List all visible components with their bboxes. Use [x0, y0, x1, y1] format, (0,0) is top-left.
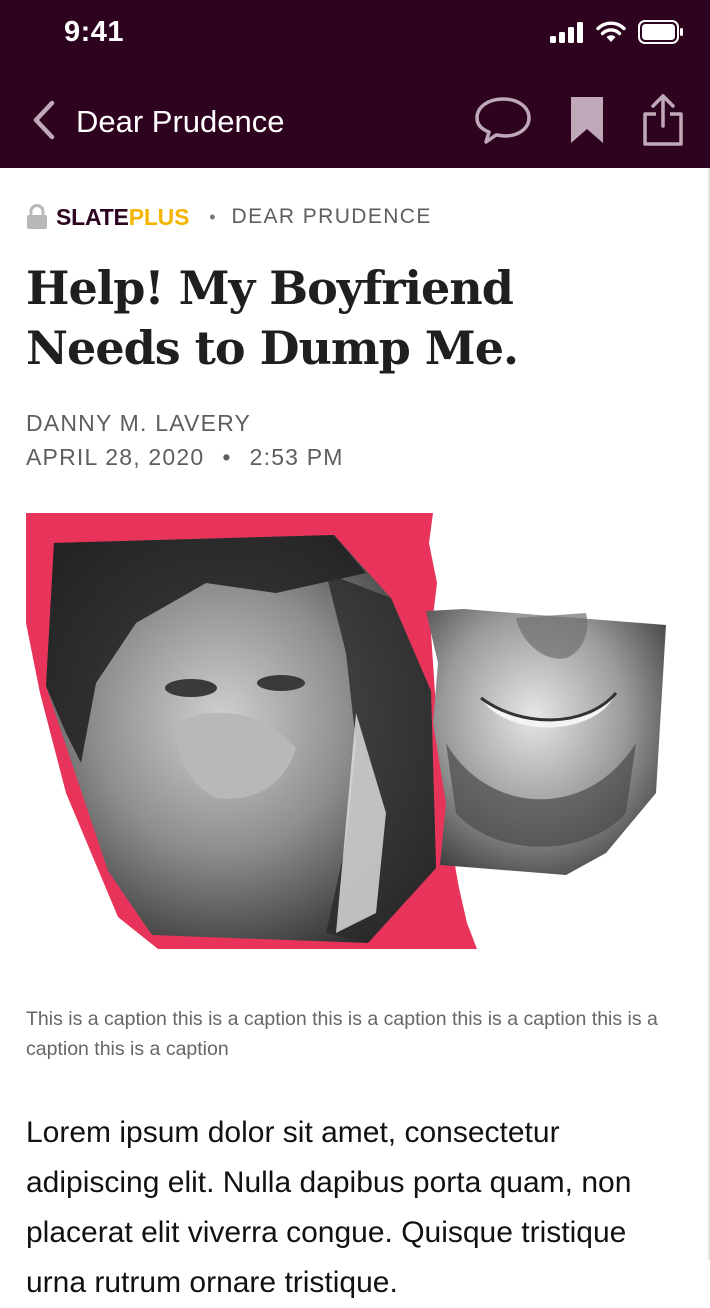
- lock-icon: [26, 204, 48, 230]
- share-icon[interactable]: [642, 94, 684, 146]
- nav-bar: Dear Prudence: [0, 84, 710, 168]
- kicker-separator: •: [209, 206, 216, 227]
- publish-date: APRIL 28, 2020: [26, 444, 205, 470]
- brand-slate: SLATE: [56, 203, 129, 230]
- dateline: APRIL 28, 2020 • 2:53 PM: [26, 444, 344, 471]
- back-button[interactable]: [24, 100, 64, 144]
- nav-title: Dear Prudence: [76, 104, 285, 139]
- cellular-signal-icon: [550, 21, 584, 48]
- date-separator: •: [222, 444, 232, 470]
- hero-image: [26, 513, 670, 953]
- comment-icon[interactable]: [474, 95, 532, 145]
- top-bar: 9:41 Dear Prudence: [0, 0, 710, 168]
- status-time: 9:41: [64, 16, 125, 48]
- wifi-icon: [596, 21, 626, 48]
- battery-icon: [638, 20, 684, 49]
- slate-plus-logo[interactable]: SLATEPLUS: [56, 204, 189, 231]
- nav-actions: [474, 94, 684, 146]
- status-icons: [550, 20, 684, 49]
- brand-plus: PLUS: [128, 203, 190, 230]
- section-link[interactable]: DEAR PRUDENCE: [232, 205, 432, 229]
- article-kicker: SLATEPLUS • DEAR PRUDENCE: [26, 202, 432, 232]
- bookmark-icon[interactable]: [570, 96, 604, 144]
- back-chevron-icon: [31, 100, 57, 145]
- article-headline: Help! My Boyfriend Needs to Dump Me.: [26, 261, 519, 375]
- article-body: Lorem ipsum dolor sit amet, consectetur …: [26, 1116, 632, 1299]
- man-photo: [426, 609, 666, 875]
- author-byline[interactable]: DANNY M. LAVERY: [26, 410, 251, 437]
- image-caption: This is a caption this is a caption this…: [26, 1007, 658, 1060]
- publish-time: 2:53 PM: [249, 444, 344, 470]
